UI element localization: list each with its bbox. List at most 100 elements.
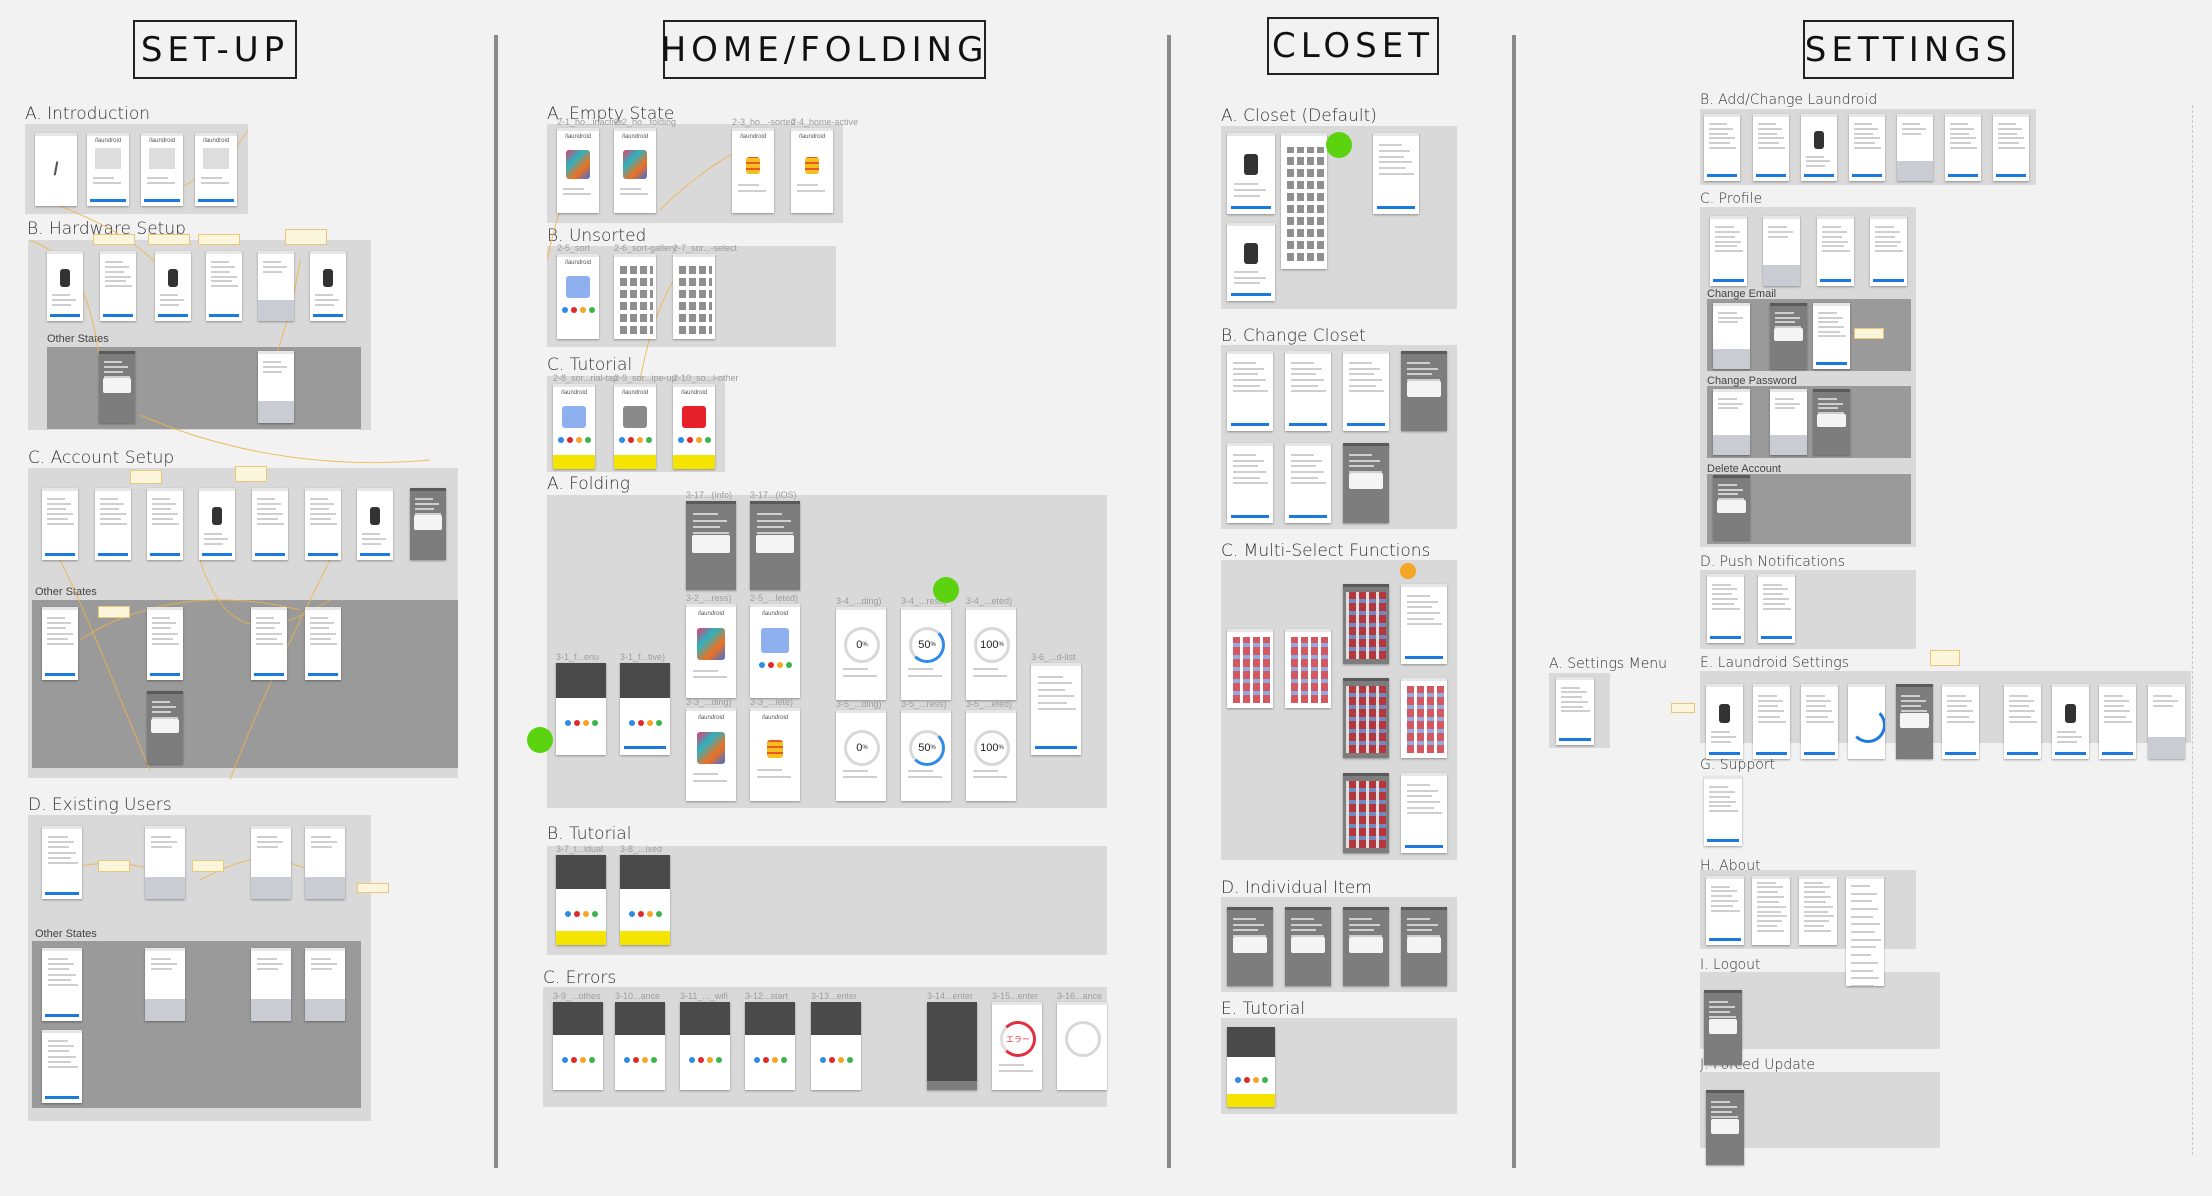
screen-thumbnail[interactable]: /laundroid [557,254,599,339]
screen-thumbnail[interactable]: /laundroid [195,133,237,206]
screen-thumbnail[interactable]: /laundroid [745,1002,795,1090]
screen-thumbnail[interactable]: /laundroid [750,604,800,698]
screen-thumbnail[interactable]: /laundroid [732,128,774,213]
screen-thumbnail[interactable] [1763,216,1800,286]
screen-thumbnail[interactable] [1227,351,1273,431]
screen-thumbnail[interactable] [1770,303,1807,369]
screen-thumbnail[interactable] [258,351,294,423]
screen-thumbnail[interactable] [147,691,183,764]
screen-thumbnail[interactable] [1758,574,1795,643]
screen-thumbnail[interactable] [1706,876,1744,945]
screen-thumbnail[interactable] [1801,684,1838,759]
screen-thumbnail[interactable] [1770,389,1807,455]
screen-thumbnail[interactable]: /laundroid [750,708,800,801]
screen-thumbnail[interactable]: /laundroid [557,128,599,213]
screen-thumbnail[interactable] [1752,876,1790,945]
screen-thumbnail[interactable] [1227,223,1275,301]
screen-thumbnail[interactable]: 0% [836,607,886,700]
screen-thumbnail[interactable] [1281,133,1327,269]
screen-thumbnail[interactable] [258,251,294,321]
screen-thumbnail[interactable] [147,488,183,560]
screen-thumbnail[interactable] [1343,351,1389,431]
screen-thumbnail[interactable] [750,501,800,590]
screen-thumbnail[interactable]: 0% [836,710,886,801]
green-marker[interactable] [933,577,959,603]
screen-thumbnail[interactable]: 50% [901,607,951,700]
screen-thumbnail[interactable]: /laundroid [556,855,606,945]
screen-thumbnail[interactable] [1401,907,1447,986]
screen-thumbnail[interactable]: /laundroid [553,1002,603,1090]
screen-thumbnail[interactable]: / [35,133,77,206]
screen-thumbnail[interactable] [357,488,393,560]
screen-thumbnail[interactable]: /laundroid [673,384,715,469]
screen-thumbnail[interactable] [1031,663,1081,755]
screen-thumbnail[interactable] [155,251,191,321]
screen-thumbnail[interactable] [1227,629,1273,708]
screen-thumbnail[interactable]: /laundroid [1227,1027,1275,1107]
screen-thumbnail[interactable]: /laundroid [791,128,833,213]
screen-thumbnail[interactable] [251,948,291,1021]
screen-thumbnail[interactable] [1227,133,1275,214]
screen-thumbnail[interactable] [1753,684,1790,759]
screen-thumbnail[interactable]: /laundroid [556,663,606,755]
screen-thumbnail[interactable] [305,948,345,1021]
screen-thumbnail[interactable] [1710,216,1747,286]
screen-thumbnail[interactable] [305,488,341,560]
screen-thumbnail[interactable]: /laundroid [620,663,670,755]
screen-thumbnail[interactable] [252,488,288,560]
screen-thumbnail[interactable] [1942,684,1979,759]
screen-thumbnail[interactable] [1343,584,1389,664]
screen-thumbnail[interactable] [42,488,78,560]
screen-thumbnail[interactable] [1285,907,1331,986]
screen-thumbnail[interactable] [1401,584,1447,664]
screen-thumbnail[interactable]: /laundroid [614,128,656,213]
screen-thumbnail[interactable] [2052,684,2089,759]
screen-thumbnail[interactable]: /laundroid [686,604,736,698]
screen-thumbnail[interactable] [1846,876,1884,986]
screen-thumbnail[interactable] [1285,351,1331,431]
screen-thumbnail[interactable]: /laundroid [553,384,595,469]
screen-thumbnail[interactable] [1813,303,1850,369]
orange-marker[interactable] [1400,563,1416,579]
screen-thumbnail[interactable]: /laundroid [614,384,656,469]
screen-thumbnail[interactable] [1556,677,1594,745]
screen-thumbnail[interactable] [1945,114,1981,181]
screen-thumbnail[interactable] [2148,684,2185,759]
screen-thumbnail[interactable] [1753,114,1789,181]
green-marker[interactable] [1326,132,1352,158]
screen-thumbnail[interactable] [1285,443,1331,523]
screen-thumbnail[interactable] [1849,114,1885,181]
screen-thumbnail[interactable] [2099,684,2136,759]
screen-thumbnail[interactable] [47,251,83,321]
screen-thumbnail[interactable]: /laundroid [811,1002,861,1090]
screen-thumbnail[interactable] [100,251,136,321]
screen-thumbnail[interactable] [1870,216,1907,286]
screen-thumbnail[interactable]: /laundroid [620,855,670,945]
screen-thumbnail[interactable] [1713,475,1750,540]
screen-thumbnail[interactable] [1704,990,1742,1065]
screen-thumbnail[interactable] [1993,114,2029,181]
screen-thumbnail[interactable] [686,501,736,590]
screen-thumbnail[interactable] [1704,776,1742,846]
screen-thumbnail[interactable] [42,826,82,899]
green-marker[interactable] [527,727,553,753]
screen-thumbnail[interactable] [1704,114,1740,181]
screen-thumbnail[interactable] [145,826,185,899]
screen-thumbnail[interactable] [410,488,446,560]
screen-thumbnail[interactable]: /laundroid [141,133,183,206]
screen-thumbnail[interactable] [147,607,183,680]
screen-thumbnail[interactable] [1707,574,1744,643]
screen-thumbnail[interactable] [1713,303,1750,369]
screen-thumbnail[interactable] [2004,684,2041,759]
screen-thumbnail[interactable] [95,488,131,560]
screen-thumbnail[interactable] [1799,876,1837,945]
screen-thumbnail[interactable]: /laundroid [87,133,129,206]
screen-thumbnail[interactable] [42,1030,82,1103]
screen-thumbnail[interactable] [1848,684,1885,759]
screen-thumbnail[interactable] [1285,629,1331,708]
screen-thumbnail[interactable] [1896,684,1933,759]
screen-thumbnail[interactable] [1817,216,1854,286]
screen-thumbnail[interactable] [1897,114,1933,181]
screen-thumbnail[interactable] [1401,678,1447,758]
screen-thumbnail[interactable] [1706,1090,1744,1165]
